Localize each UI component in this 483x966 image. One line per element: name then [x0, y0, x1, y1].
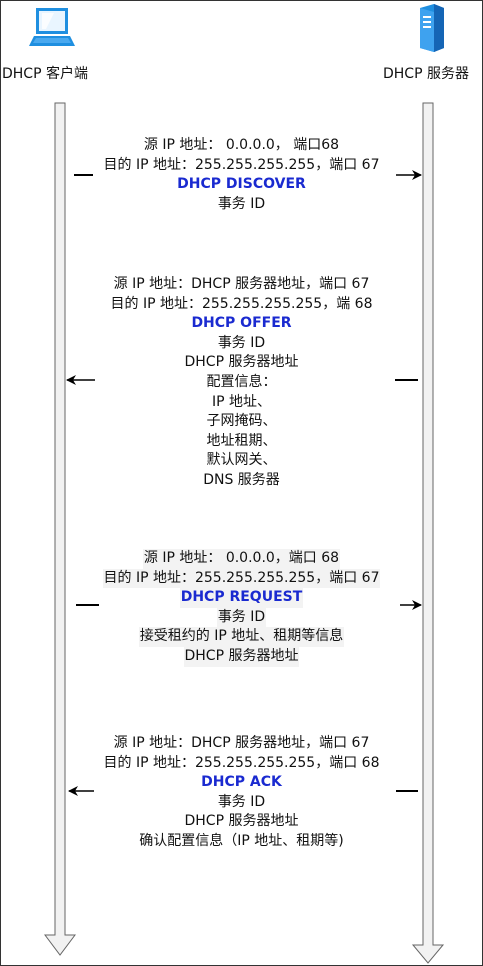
- message-detail: 地址租期、: [206, 432, 277, 449]
- message-detail: 子网掩码、: [206, 413, 277, 430]
- message-detail: IP 地址、: [211, 393, 272, 410]
- message-destination-line: 目的 IP 地址：255.255.255.255，端 68: [110, 295, 373, 312]
- message-title: DHCP DISCOVER: [177, 176, 306, 193]
- message-source-line: 源 IP 地址：DHCP 服务器地址，端口 67: [113, 735, 370, 751]
- message-detail: DNS 服务器: [203, 471, 280, 488]
- message-detail: DHCP 服务器地址: [184, 354, 299, 371]
- message-source-line: 源 IP 地址： 0.0.0.0， 端口68: [143, 137, 340, 153]
- message-detail: 事务 ID: [216, 607, 267, 628]
- message-detail: 事务 ID: [217, 195, 266, 212]
- message-detail: 事务 ID: [217, 334, 266, 351]
- message-detail: DHCP 服务器地址: [184, 813, 299, 830]
- message-title: DHCP OFFER: [191, 315, 292, 332]
- message-source-line: 源 IP 地址：DHCP 服务器地址，端口 67: [113, 276, 370, 292]
- message-detail: 事务 ID: [217, 793, 266, 810]
- message-destination-line: 目的 IP 地址：255.255.255.255，端口 67: [102, 568, 381, 589]
- message-detail: 默认网关、: [206, 452, 277, 469]
- message-destination-line: 目的 IP 地址：255.255.255.255，端口 67: [103, 156, 380, 173]
- message-detail: 配置信息：: [206, 373, 277, 390]
- message-destination-line: 目的 IP 地址：255.255.255.255，端口 68: [103, 754, 380, 771]
- message-ack: 源 IP 地址：DHCP 服务器地址，端口 67 目的 IP 地址：255.25…: [0, 734, 483, 852]
- message-discover: 源 IP 地址： 0.0.0.0， 端口68 目的 IP 地址：255.255.…: [0, 136, 483, 214]
- message-source-line: 源 IP 地址： 0.0.0.0，端口 68: [142, 549, 341, 569]
- message-detail: 接受租约的 IP 地址、租期等信息: [138, 627, 345, 647]
- message-offer: 源 IP 地址：DHCP 服务器地址，端口 67 目的 IP 地址：255.25…: [0, 275, 483, 491]
- message-detail: 确认配置信息（IP 地址、租期等): [139, 832, 344, 849]
- message-request: 源 IP 地址： 0.0.0.0，端口 68 目的 IP 地址：255.255.…: [0, 549, 483, 667]
- message-detail: DHCP 服务器地址: [183, 646, 300, 667]
- message-title: DHCP REQUEST: [179, 588, 304, 608]
- message-title: DHCP ACK: [201, 774, 282, 791]
